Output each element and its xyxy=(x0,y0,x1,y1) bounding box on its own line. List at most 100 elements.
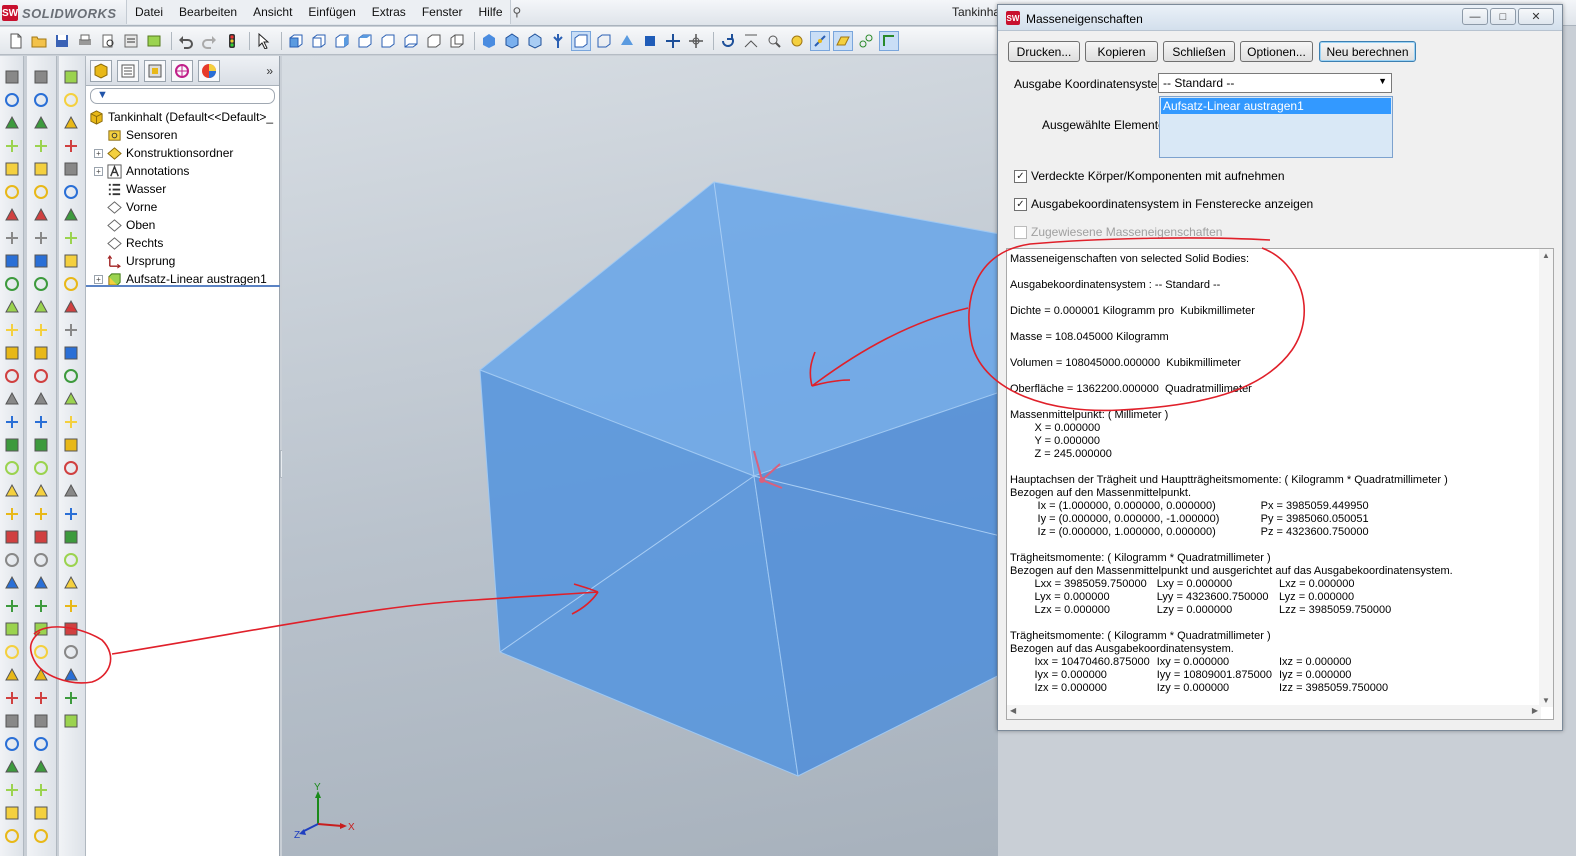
scroll-right-icon[interactable]: ▶ xyxy=(1532,706,1538,715)
results-textbox[interactable]: Masseneigenschaften von selected Solid B… xyxy=(1006,248,1554,720)
recalculate-button[interactable]: Neu berechnen xyxy=(1319,41,1416,62)
selected-item[interactable]: Aufsatz-Linear austragen1 xyxy=(1161,98,1391,114)
utility-tool-icon[interactable] xyxy=(62,505,80,523)
wireframe-icon[interactable] xyxy=(594,31,614,51)
sketch-tool-icon[interactable] xyxy=(32,804,50,822)
feature-tool-icon[interactable] xyxy=(3,574,21,592)
tree-item[interactable]: + Konstruktionsordner xyxy=(86,144,279,162)
utility-tool-icon[interactable] xyxy=(62,298,80,316)
view-bottom-icon[interactable] xyxy=(401,31,421,51)
sketch-tool-icon[interactable] xyxy=(32,712,50,730)
move-icon[interactable] xyxy=(663,31,683,51)
sketch-tool-icon[interactable] xyxy=(32,482,50,500)
undo-icon[interactable] xyxy=(176,31,196,51)
sketch-tool-icon[interactable] xyxy=(32,643,50,661)
feature-tool-icon[interactable] xyxy=(3,160,21,178)
utility-tool-icon[interactable] xyxy=(62,206,80,224)
tree-item[interactable]: Rechts xyxy=(86,234,279,252)
utility-tool-icon[interactable] xyxy=(62,528,80,546)
sketch-tool-icon[interactable] xyxy=(32,528,50,546)
sketch-tool-icon[interactable] xyxy=(32,551,50,569)
utility-tool-icon[interactable] xyxy=(62,482,80,500)
sketch-tool-icon[interactable] xyxy=(32,298,50,316)
feature-tool-icon[interactable] xyxy=(3,597,21,615)
edges-icon[interactable] xyxy=(617,31,637,51)
solidworks-logo[interactable]: SW SOLIDWORKS xyxy=(2,3,120,23)
utility-tool-icon[interactable] xyxy=(62,91,80,109)
sketch-tool-icon[interactable] xyxy=(32,620,50,638)
save-icon[interactable] xyxy=(52,31,72,51)
horizontal-scrollbar[interactable]: ◀ ▶ xyxy=(1007,705,1541,719)
sketch-tool-icon[interactable] xyxy=(32,160,50,178)
zoom-area-icon[interactable] xyxy=(764,31,784,51)
tree-item[interactable]: Oben xyxy=(86,216,279,234)
open-folder-icon[interactable] xyxy=(29,31,49,51)
print-icon[interactable] xyxy=(75,31,95,51)
tree-item[interactable]: Ursprung xyxy=(86,252,279,270)
sketch-tool-icon[interactable] xyxy=(32,183,50,201)
feature-tool-icon[interactable] xyxy=(3,666,21,684)
hidden-lines-icon[interactable] xyxy=(525,31,545,51)
solid-cube-icon[interactable] xyxy=(640,31,660,51)
view-iso-icon[interactable] xyxy=(424,31,444,51)
dialog-titlebar[interactable]: SW Masseneigenschaften — □ ✕ xyxy=(998,5,1562,31)
show-coordsys-checkbox[interactable]: ✓ Ausgabekoordinatensystem in Fenstereck… xyxy=(1014,197,1313,211)
sketch-tool-icon[interactable] xyxy=(32,229,50,247)
feature-tool-icon[interactable] xyxy=(3,459,21,477)
property-manager-tab-icon[interactable] xyxy=(117,59,139,82)
feature-tool-icon[interactable] xyxy=(3,505,21,523)
close-button[interactable]: Schließen xyxy=(1163,41,1235,62)
utility-tool-icon[interactable] xyxy=(62,597,80,615)
utility-tool-icon[interactable] xyxy=(62,275,80,293)
feature-tool-icon[interactable] xyxy=(3,758,21,776)
traffic-light-icon[interactable] xyxy=(222,31,242,51)
expand-icon[interactable]: + xyxy=(94,148,103,158)
menu-bearbeiten[interactable]: Bearbeiten xyxy=(171,5,245,19)
feature-tool-icon[interactable] xyxy=(3,643,21,661)
feature-tool-icon[interactable] xyxy=(3,206,21,224)
utility-tool-icon[interactable] xyxy=(62,137,80,155)
sketch-tool-icon[interactable] xyxy=(32,252,50,270)
sketch-tool-icon[interactable] xyxy=(32,275,50,293)
options-icon[interactable] xyxy=(121,31,141,51)
planes-toggle-icon[interactable] xyxy=(833,30,853,51)
sketch-tool-icon[interactable] xyxy=(32,459,50,477)
print-button[interactable]: Drucken... xyxy=(1008,41,1080,62)
minimize-button[interactable]: — xyxy=(1462,8,1488,25)
rebuild-icon[interactable] xyxy=(144,31,164,51)
feature-tool-icon[interactable] xyxy=(3,689,21,707)
expand-icon[interactable]: + xyxy=(94,166,103,176)
utility-tool-icon[interactable] xyxy=(62,183,80,201)
sketch-tool-icon[interactable] xyxy=(32,390,50,408)
utility-tool-icon[interactable] xyxy=(62,574,80,592)
feature-tool-icon[interactable] xyxy=(3,735,21,753)
scroll-down-icon[interactable]: ▼ xyxy=(1542,696,1550,705)
checkbox-mark[interactable] xyxy=(1014,225,1027,239)
copy-button[interactable]: Kopieren xyxy=(1085,41,1158,62)
feature-tool-icon[interactable] xyxy=(3,781,21,799)
selected-items-list[interactable]: Aufsatz-Linear austragen1 xyxy=(1159,96,1393,158)
feature-tool-icon[interactable] xyxy=(3,804,21,822)
utility-tool-icon[interactable] xyxy=(62,114,80,132)
feature-tool-icon[interactable] xyxy=(3,114,21,132)
sketch-tool-icon[interactable] xyxy=(32,114,50,132)
utility-tool-icon[interactable] xyxy=(62,689,80,707)
coordinate-system-select[interactable]: -- Standard -- ▼ xyxy=(1158,73,1392,93)
dimxpert-tab-icon[interactable] xyxy=(171,59,193,82)
origins-toggle-icon[interactable] xyxy=(810,30,830,51)
sketch-tool-icon[interactable] xyxy=(32,91,50,109)
utility-tool-icon[interactable] xyxy=(62,344,80,362)
utility-tool-icon[interactable] xyxy=(62,160,80,178)
shaded-icon[interactable] xyxy=(479,31,499,51)
redo-icon[interactable] xyxy=(199,31,219,51)
sketch-tool-icon[interactable] xyxy=(32,666,50,684)
more-tabs-icon[interactable]: » xyxy=(266,64,273,78)
checkbox-mark[interactable]: ✓ xyxy=(1014,197,1027,211)
menu-ansicht[interactable]: Ansicht xyxy=(245,5,300,19)
expand-icon[interactable]: + xyxy=(94,274,103,284)
utility-tool-icon[interactable] xyxy=(62,367,80,385)
feature-tool-icon[interactable] xyxy=(3,367,21,385)
sketch-tool-icon[interactable] xyxy=(32,827,50,845)
sketch-tool-icon[interactable] xyxy=(32,597,50,615)
maximize-button[interactable]: □ xyxy=(1490,8,1516,25)
